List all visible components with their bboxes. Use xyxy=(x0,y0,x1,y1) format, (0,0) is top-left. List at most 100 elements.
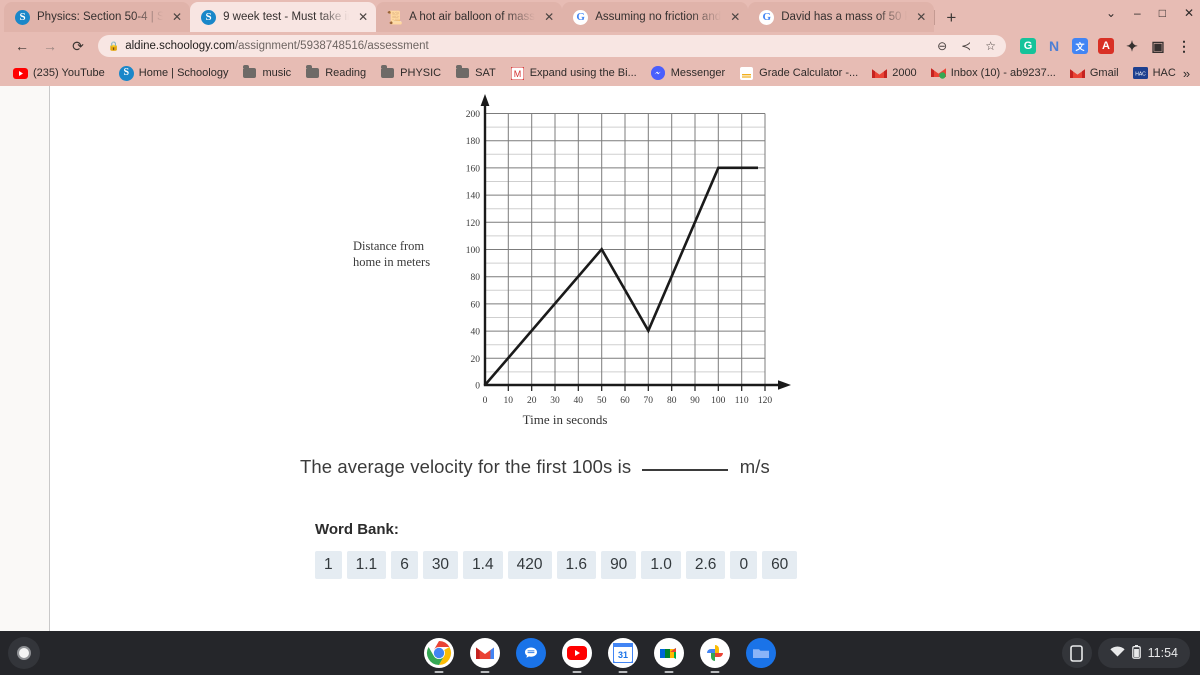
maximize-button[interactable]: □ xyxy=(1159,6,1166,20)
bookmark-folder-sat[interactable]: SAT xyxy=(448,63,503,84)
extensions-toolbar: G N 文 A ✦ ▣ ⋮ xyxy=(1012,38,1192,54)
browser-tab-2[interactable]: 📜 A hot air balloon of mass 80 kg ✕ xyxy=(376,2,564,32)
minimize-button[interactable]: – xyxy=(1134,6,1141,20)
word-bank-item[interactable]: 1.1 xyxy=(346,551,387,579)
bookmark-folder-reading[interactable]: Reading xyxy=(298,63,373,84)
bookmark-folder-physic[interactable]: PHYSIC xyxy=(373,63,448,84)
dictionary-extension-icon[interactable]: A xyxy=(1098,38,1114,54)
svg-text:10: 10 xyxy=(504,396,514,406)
google-icon: G xyxy=(573,9,589,25)
bookmarks-overflow-button[interactable]: » xyxy=(1183,66,1196,81)
url-host: aldine.schoology.com xyxy=(125,40,235,52)
phone-hub-icon[interactable] xyxy=(1061,638,1092,668)
word-bank-item[interactable]: 1 xyxy=(315,551,342,579)
navigation-toolbar: ← → ⟳ 🔒 aldine.schoology.com /assignment… xyxy=(0,32,1200,60)
bookmark-label: Reading xyxy=(325,67,367,79)
bookmark-star-icon[interactable]: ☆ xyxy=(985,39,996,53)
gmail-app-icon[interactable] xyxy=(470,638,500,668)
bookmark-mathway[interactable]: M Expand using the Bi... xyxy=(503,63,644,84)
svg-text:200: 200 xyxy=(466,110,481,120)
clock-label: 11:54 xyxy=(1147,646,1178,660)
photos-app-icon[interactable] xyxy=(700,638,730,668)
bookmark-hac[interactable]: HAC HAC xyxy=(1126,63,1183,84)
bookmark-label: PHYSIC xyxy=(400,67,442,79)
tab-title: Physics: Section 50-4 | Schoology xyxy=(37,11,163,23)
google-translate-extension-icon[interactable]: 文 xyxy=(1072,38,1088,54)
bookmark-messenger[interactable]: Messenger xyxy=(644,63,732,84)
forward-button[interactable]: → xyxy=(36,34,64,58)
back-button[interactable]: ← xyxy=(8,34,36,58)
notion-extension-icon[interactable]: N xyxy=(1046,38,1062,54)
bookmark-youtube[interactable]: (235) YouTube xyxy=(6,63,112,84)
svg-text:50: 50 xyxy=(597,396,607,406)
word-bank-item[interactable]: 60 xyxy=(762,551,798,579)
tab-close-icon[interactable]: ✕ xyxy=(916,11,926,23)
svg-text:100: 100 xyxy=(466,246,481,256)
bookmark-home-schoology[interactable]: S Home | Schoology xyxy=(112,63,236,84)
bookmark-folder-music[interactable]: music xyxy=(235,63,298,84)
word-bank-item[interactable]: 0 xyxy=(730,551,758,579)
svg-text:100: 100 xyxy=(711,396,726,406)
word-bank-item[interactable]: 1.6 xyxy=(556,551,597,579)
share-icon[interactable]: ≺ xyxy=(961,39,971,53)
reload-button[interactable]: ⟳ xyxy=(64,34,92,58)
window-controls: ⌄ – □ ✕ xyxy=(1106,6,1194,20)
bookmark-label: 2000 xyxy=(892,67,917,79)
svg-text:140: 140 xyxy=(466,192,481,202)
answer-blank[interactable] xyxy=(642,469,729,471)
shelf-app-list: 31 xyxy=(0,631,1200,675)
youtube-app-icon[interactable] xyxy=(562,638,592,668)
browser-tab-0[interactable]: S Physics: Section 50-4 | Schoology ✕ xyxy=(4,2,192,32)
browser-tab-3[interactable]: G Assuming no friction and the bo ✕ xyxy=(562,2,750,32)
word-bank-item[interactable]: 420 xyxy=(507,551,552,579)
messenger-icon xyxy=(651,66,666,81)
reading-mode-icon[interactable]: ▣ xyxy=(1150,38,1166,54)
bookmark-grade-calculator[interactable]: Grade Calculator -... xyxy=(732,63,865,84)
svg-text:0: 0 xyxy=(483,396,488,406)
svg-text:60: 60 xyxy=(620,396,630,406)
folder-icon xyxy=(380,65,395,81)
assessment-content: Distance from home in meters Time in sec… xyxy=(50,86,1200,631)
meet-app-icon[interactable] xyxy=(654,638,684,668)
bookmark-label: music xyxy=(262,67,292,79)
address-bar[interactable]: 🔒 aldine.schoology.com /assignment/59387… xyxy=(98,35,1006,57)
tab-title: 9 week test - Must take in class xyxy=(223,11,349,23)
files-app-icon[interactable] xyxy=(746,638,776,668)
word-bank-item[interactable]: 30 xyxy=(422,551,459,579)
svg-text:180: 180 xyxy=(466,137,481,147)
bookmark-gmail[interactable]: Gmail xyxy=(1063,63,1126,84)
bookmark-gmail-2000[interactable]: 2000 xyxy=(865,63,923,84)
tab-close-icon[interactable]: ✕ xyxy=(358,11,368,23)
bookmark-inbox[interactable]: Inbox (10) - ab9237... xyxy=(924,63,1063,84)
chart-svg: 0 20 40 60 80 100 120 140 160 180 200 0 … xyxy=(466,94,791,406)
tab-close-icon[interactable]: ✕ xyxy=(730,11,740,23)
calendar-app-icon[interactable]: 31 xyxy=(608,638,638,668)
tab-close-icon[interactable]: ✕ xyxy=(172,11,182,23)
svg-text:110: 110 xyxy=(735,396,749,406)
hac-icon: HAC xyxy=(1132,66,1148,81)
messages-app-icon[interactable] xyxy=(516,638,546,668)
tab-close-icon[interactable]: ✕ xyxy=(544,11,554,23)
svg-text:20: 20 xyxy=(471,355,481,365)
extensions-puzzle-icon[interactable]: ✦ xyxy=(1124,38,1140,54)
browser-tab-4[interactable]: G David has a mass of 50 kg while ✕ xyxy=(748,2,936,32)
word-bank-item[interactable]: 2.6 xyxy=(685,551,726,579)
close-window-button[interactable]: ✕ xyxy=(1184,6,1194,20)
new-tab-button[interactable]: + xyxy=(934,8,968,28)
word-bank-item[interactable]: 6 xyxy=(391,551,418,579)
sheets-icon xyxy=(739,66,754,81)
grammarly-extension-icon[interactable]: G xyxy=(1020,38,1036,54)
browser-window: S Physics: Section 50-4 | Schoology ✕ S … xyxy=(0,0,1200,631)
tab-search-icon[interactable]: ⌄ xyxy=(1106,6,1116,20)
word-bank-item[interactable]: 1.4 xyxy=(463,551,503,579)
chrome-menu-icon[interactable]: ⋮ xyxy=(1176,38,1192,54)
zoom-icon[interactable]: ⊖ xyxy=(937,39,947,53)
word-bank-item[interactable]: 90 xyxy=(601,551,637,579)
browser-tab-1[interactable]: S 9 week test - Must take in class ✕ xyxy=(190,2,377,32)
word-bank-item[interactable]: 1.0 xyxy=(641,551,681,579)
chrome-app-icon[interactable] xyxy=(424,638,454,668)
gmail-unread-icon xyxy=(930,66,946,81)
bookmark-label: Messenger xyxy=(670,67,726,79)
status-area[interactable]: 11:54 xyxy=(1097,638,1190,668)
youtube-icon xyxy=(13,66,28,81)
